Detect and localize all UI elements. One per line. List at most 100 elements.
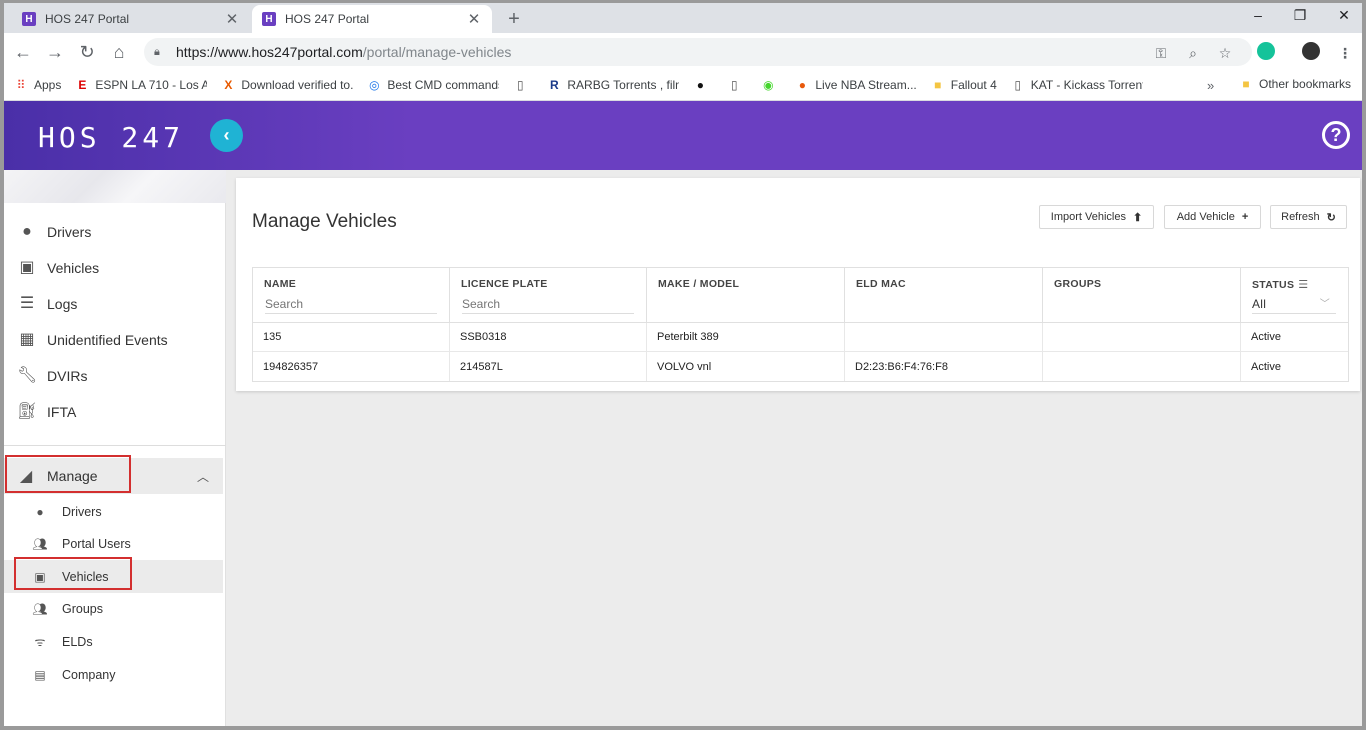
sidebar-subitem-vehicles[interactable]: ▣ Vehicles [4, 560, 223, 593]
chevron-down-icon: ﹀ [1319, 299, 1330, 310]
cell-make-model: Peterbilt 389 [647, 323, 845, 351]
x-icon: X [224, 78, 233, 92]
bookmark-item[interactable]: ▯KAT - Kickass Torrents... [1011, 78, 1142, 92]
browser-tab-strip: H HOS 247 Portal ✕ H HOS 247 Portal ✕ + … [4, 3, 1362, 33]
sidebar-item-logs[interactable]: ☰ Logs [4, 286, 226, 322]
collapse-sidebar-button[interactable]: ‹ [210, 119, 243, 152]
add-vehicle-button[interactable]: Add Vehicle + [1164, 205, 1261, 229]
help-button[interactable]: ? [1322, 121, 1350, 149]
window-close-button[interactable]: ✕ [1334, 7, 1354, 24]
column-header-licence-plate: LICENCE PLATE [450, 268, 647, 322]
new-tab-button[interactable]: + [504, 8, 524, 31]
list-icon: ☰ [19, 295, 35, 312]
plus-icon: + [1241, 211, 1249, 223]
star-icon[interactable]: ☆ [1216, 45, 1234, 62]
globe-icon: ◎ [369, 78, 380, 92]
reload-button[interactable]: ↻ [76, 41, 98, 63]
folder-icon: ■ [1242, 77, 1250, 91]
forward-button[interactable]: → [44, 41, 66, 63]
licence-plate-search-input[interactable] [462, 295, 634, 314]
table-row[interactable]: 194826357 214587L VOLVO vnl D2:23:B6:F4:… [253, 352, 1348, 381]
close-tab-icon[interactable]: ✕ [466, 10, 482, 28]
refresh-button[interactable]: Refresh ↻ [1270, 205, 1347, 229]
bookmark-item[interactable]: ▯ [513, 78, 533, 92]
status-filter-select[interactable]: All ﹀ [1252, 295, 1336, 314]
refresh-icon: ↻ [1326, 211, 1336, 224]
browser-tab-2[interactable]: H HOS 247 Portal ✕ [252, 5, 492, 33]
restore-button[interactable]: ❐ [1290, 7, 1310, 24]
tab-title: HOS 247 Portal [285, 12, 370, 26]
zoom-icon[interactable]: ⌕ [1184, 45, 1202, 62]
bookmark-item[interactable]: X Download verified to... [221, 78, 353, 92]
minimize-button[interactable]: – [1248, 7, 1268, 23]
sidebar-item-manage[interactable]: ◢ Manage ︿ [4, 458, 223, 494]
column-header-groups: GROUPS [1043, 268, 1241, 322]
sidebar-subitem-drivers[interactable]: ● Drivers [4, 495, 223, 528]
bookmark-item[interactable]: ● [693, 78, 713, 92]
calendar-icon: ▦ [19, 331, 35, 348]
sidebar-divider [4, 445, 226, 446]
import-vehicles-button[interactable]: Import Vehicles ⬆ [1039, 205, 1154, 229]
browser-toolbar: ← → ↻ ⌂ 🔒︎ https://www.hos247portal.com /… [4, 33, 1362, 70]
cell-groups [1043, 323, 1241, 351]
table-row[interactable]: 135 SSB0318 Peterbilt 389 Active [253, 323, 1348, 352]
home-button[interactable]: ⌂ [108, 41, 130, 63]
sidebar-item-dvirs[interactable]: 🔧︎ DVIRs [4, 358, 226, 394]
column-header-name: NAME [253, 268, 450, 322]
page-icon: ▯ [731, 78, 738, 92]
sidebar-item-unidentified-events[interactable]: ▦ Unidentified Events [4, 322, 226, 358]
fuel-icon: ⛽︎ [17, 403, 38, 420]
cell-licence-plate: 214587L [450, 352, 647, 381]
column-header-eld-mac: ELD MAC [845, 268, 1043, 322]
browser-tab-1[interactable]: H HOS 247 Portal ✕ [12, 5, 250, 33]
group-icon: 👥︎ [32, 601, 48, 616]
app-logo[interactable]: HOS 247 [38, 121, 184, 154]
bus-icon: ▣ [19, 259, 35, 276]
bookmark-item[interactable]: ▯ [727, 78, 747, 92]
hos-favicon-icon: H [22, 12, 36, 26]
manage-vehicles-card: Manage Vehicles Import Vehicles ⬆ Add Veh… [236, 178, 1360, 391]
eld-icon: ᯤ [34, 634, 46, 649]
bookmark-item[interactable]: ● Live NBA Stream... [795, 78, 917, 92]
column-header-status: STATUS ☰ All ﹀ [1241, 268, 1348, 322]
people-icon: 👥︎ [32, 536, 48, 551]
sidebar-subitem-portal-users[interactable]: 👥︎ Portal Users [4, 527, 223, 560]
bookmark-item[interactable]: ■ Fallout 4 [931, 78, 997, 92]
sidebar-item-drivers[interactable]: ● Drivers [4, 214, 226, 250]
sidebar-subitem-elds[interactable]: ᯤ ELDs [4, 625, 223, 658]
espn-icon: E [78, 78, 87, 92]
spotify-icon: ● [696, 78, 704, 92]
sidebar-subitem-company[interactable]: ▤ Company [4, 658, 223, 691]
cell-name: 194826357 [253, 352, 450, 381]
bookmarks-overflow-button[interactable]: » [1207, 78, 1214, 93]
hos-favicon-icon: H [262, 12, 276, 26]
bookmark-item[interactable]: ⠿ Apps [14, 78, 62, 92]
page-icon: ▯ [1014, 78, 1022, 92]
sidebar-item-vehicles[interactable]: ▣ Vehicles [4, 250, 226, 286]
chrome-menu-icon[interactable]: ⋮ [1336, 45, 1354, 62]
cell-name: 135 [253, 323, 450, 351]
back-button[interactable]: ← [12, 41, 34, 63]
cell-make-model: VOLVO vnl [647, 352, 845, 381]
bookmark-item[interactable]: EESPN LA 710 - Los An... [75, 78, 207, 92]
basketball-icon: ● [798, 78, 806, 92]
sidebar-item-ifta[interactable]: ⛽︎ IFTA [4, 394, 226, 430]
building-icon: ▤ [34, 667, 46, 682]
r-icon: R [550, 78, 559, 92]
address-bar[interactable]: 🔒︎ https://www.hos247portal.com/portal/m… [144, 38, 1252, 66]
close-tab-icon[interactable]: ✕ [224, 10, 240, 28]
sidebar-subitem-groups[interactable]: 👥︎ Groups [4, 592, 223, 625]
cell-groups [1043, 352, 1241, 381]
url-host: https://www.hos247portal.com [176, 44, 363, 60]
bookmark-item[interactable]: RRARBG Torrents , film... [547, 78, 679, 92]
profile-avatar-icon[interactable] [1302, 42, 1320, 60]
sort-icon[interactable]: ☰ [1298, 279, 1308, 291]
table-header: NAME LICENCE PLATE MAKE / MODEL ELD MAC … [253, 268, 1348, 323]
bookmark-item[interactable]: ◉ [761, 78, 781, 92]
page-icon: ▯ [517, 78, 524, 92]
grammarly-icon[interactable] [1257, 42, 1275, 60]
other-bookmarks[interactable]: ■ Other bookmarks [1239, 77, 1351, 91]
key-icon[interactable]: ⚿ [1152, 45, 1170, 62]
bookmark-item[interactable]: ◎Best CMD commands... [367, 78, 499, 92]
name-search-input[interactable] [265, 295, 437, 314]
